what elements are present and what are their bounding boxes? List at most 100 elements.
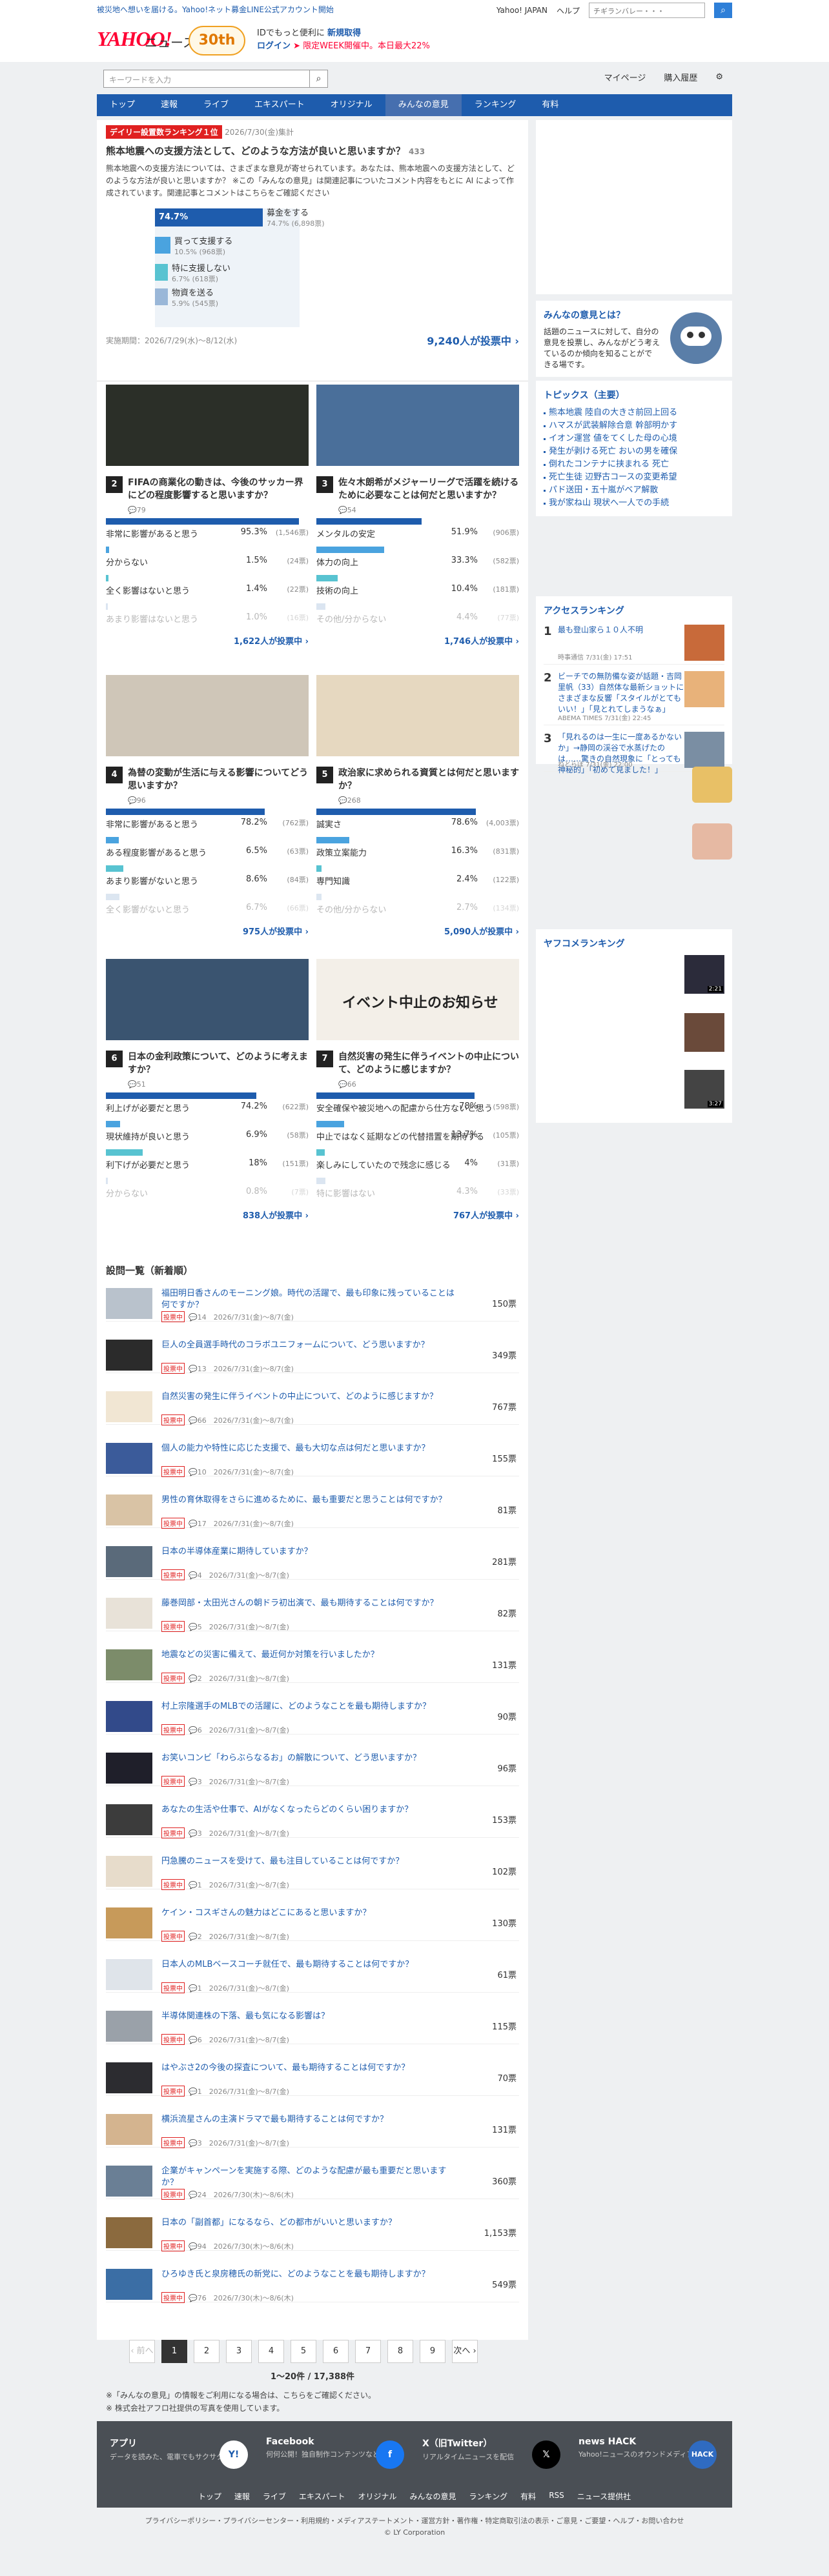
footer-nav-link[interactable]: トップ (198, 2491, 221, 2502)
feature-question[interactable]: 熊本地震への支援方法として、どのような方法が良いと思いますか？ 433 (106, 144, 519, 159)
poll-image[interactable] (106, 675, 309, 756)
gear-icon[interactable]: ⚙ (715, 72, 723, 82)
poll-image[interactable] (316, 675, 519, 756)
footer-nav-link[interactable]: ライブ (263, 2491, 286, 2502)
page-5[interactable]: 5 (291, 2340, 316, 2363)
footer-nav-link[interactable]: エキスパート (299, 2491, 345, 2502)
list-item[interactable]: 半導体関連株の下落、最も気になる影響は？ 投票中 💬6 2026/7/31(金)〜8… (106, 2008, 519, 2045)
footer-nav-link[interactable]: ランキング (469, 2491, 508, 2502)
list-item[interactable]: 個人の能力や特性に応じた支援で、最も大切な点は何だと思いますか？ 投票中 💬10 2… (106, 1440, 519, 1477)
list-title[interactable]: 横浜流星さんの主演ドラマで最も期待することは何ですか？ (161, 2114, 458, 2126)
news-search-input[interactable]: キーワードを入力 (103, 70, 310, 88)
login-link[interactable]: ログイン (257, 41, 291, 51)
poll-question[interactable]: 7 自然災害の発生に伴うイベントの中止について、どのように感じますか？ (316, 1051, 519, 1076)
page-6[interactable]: 6 (323, 2340, 349, 2363)
list-item[interactable]: 円急騰のニュースを受けて、最も注目していることは何ですか？ 投票中 💬1 2026/… (106, 1853, 519, 1890)
nav-original[interactable]: オリジナル (318, 94, 385, 116)
vote-total-link[interactable]: 5,090人が投票中 › (316, 925, 519, 937)
list-item[interactable]: あなたの生活や仕事で、AIがなくなったらどのくらい困りますか？ 投票中 💬3 202… (106, 1802, 519, 1838)
list-item[interactable]: 横浜流星さんの主演ドラマで最も期待することは何ですか？ 投票中 💬3 2026/7/… (106, 2111, 519, 2148)
nav-top[interactable]: トップ (97, 94, 148, 116)
list-title[interactable]: はやぶさ2の今後の探査について、最も期待することは何ですか？ (161, 2062, 458, 2074)
vote-total-link[interactable]: 838人が投票中 › (106, 1209, 309, 1221)
list-item[interactable]: 日本の半導体産業に期待していますか？ 投票中 💬4 2026/7/31(金)〜8/7… (106, 1544, 519, 1580)
x-icon[interactable]: 𝕏 (532, 2440, 560, 2469)
list-title[interactable]: 地震などの災害に備えて、最近何か対策を行いましたか？ (161, 1649, 458, 1661)
vote-total-link[interactable]: 975人が投票中 › (106, 925, 309, 937)
list-item[interactable]: 地震などの災害に備えて、最近何か対策を行いましたか？ 投票中 💬2 2026/7/3… (106, 1647, 519, 1684)
page-3[interactable]: 3 (226, 2340, 252, 2363)
list-title[interactable]: 日本の「副首都」になるなら、どの都市がいいと思いますか？ (161, 2217, 458, 2229)
list-item[interactable]: 企業がキャンペーンを実施する際、どのような配慮が最も重要だと思いますか？ 投票中 💬… (106, 2163, 519, 2200)
poll-image[interactable] (106, 959, 309, 1040)
footer-nav-link[interactable]: ニュース提供社 (577, 2491, 631, 2502)
vote-total-link[interactable]: 1,746人が投票中 › (316, 634, 519, 647)
footer-nav-link[interactable]: オリジナル (358, 2491, 397, 2502)
nav-paid[interactable]: 有料 (529, 94, 571, 116)
history-link[interactable]: 購入履歴 (664, 71, 697, 83)
next-page[interactable]: 次へ › (452, 2340, 478, 2363)
app-icon[interactable]: Y! (220, 2440, 248, 2469)
search-icon[interactable]: ⌕ (310, 70, 328, 88)
poll-question[interactable]: 5 政治家に求められる資質とは何だと思いますか？ (316, 767, 519, 792)
vote-total-link[interactable]: 1,622人が投票中 › (106, 634, 309, 647)
anniversary-badge[interactable]: 30th (189, 26, 245, 55)
poll-question[interactable]: 4 為替の変動が生活に与える影響についてどう思いますか？ (106, 767, 309, 792)
page-4[interactable]: 4 (258, 2340, 284, 2363)
page-1[interactable]: 1 (161, 2340, 187, 2363)
newshack-icon[interactable]: HACK (688, 2440, 717, 2469)
footer-nav-link[interactable]: みんなの意見 (410, 2491, 456, 2502)
topic-link[interactable]: イオン運営 値をてくした母の心境 (544, 432, 724, 445)
notice-link[interactable]: 被災地へ想いを届ける。Yahoo!ネット募金LINE公式アカウント開始 (97, 4, 334, 15)
mypage-link[interactable]: マイページ (604, 71, 646, 83)
facebook-icon[interactable]: f (376, 2440, 404, 2469)
poll-question[interactable]: 6 日本の金利政策について、どのように考えますか？ (106, 1051, 309, 1076)
access-item[interactable]: 1 最も登山家ら１０人不明 時事通信 7/31(金) 17:51 (544, 622, 724, 665)
list-item[interactable]: 藤巻岡部・太田光さんの朝ドラ初出演で、最も期待することは何ですか？ 投票中 💬5 2… (106, 1595, 519, 1632)
topic-link[interactable]: パド送田・五十嵐がベア解散 (544, 484, 724, 497)
list-item[interactable]: 福田明日香さんのモーニング娘。時代の活躍で、最も印象に残っていることは何ですか？… (106, 1285, 519, 1322)
search-icon[interactable]: ⌕ (714, 3, 732, 18)
signup-link[interactable]: 新規取得 (327, 28, 361, 38)
list-title[interactable]: 巨人の全員選手時代のコラボユニフォームについて、どう思いますか？ (161, 1340, 458, 1351)
legal-links[interactable]: プライバシーポリシー・プライバシーセンター・利用規約・メディアステートメント・運… (97, 2515, 732, 2527)
video-thumb[interactable]: 2:21 (684, 955, 724, 994)
list-title[interactable]: 自然災害の発生に伴うイベントの中止について、どのように感じますか？ (161, 1391, 458, 1403)
nav-expert[interactable]: エキスパート (241, 94, 318, 116)
comment-thumb[interactable] (684, 1013, 724, 1052)
list-title[interactable]: 日本の半導体産業に期待していますか？ (161, 1546, 458, 1558)
video-thumb[interactable]: 3:27 (684, 1070, 724, 1109)
list-title[interactable]: 円急騰のニュースを受けて、最も注目していることは何ですか？ (161, 1856, 458, 1867)
list-title[interactable]: あなたの生活や仕事で、AIがなくなったらどのくらい困りますか？ (161, 1804, 458, 1816)
nav-live[interactable]: ライブ (190, 94, 241, 116)
ranking-thumb[interactable] (692, 767, 732, 803)
vote-total-link[interactable]: 9,240人が投票中 › (427, 332, 519, 348)
list-item[interactable]: 男性の育休取得をさらに進めるために、最も重要だと思うことは何ですか？ 投票中 💬17… (106, 1492, 519, 1529)
poll-image[interactable] (106, 385, 309, 466)
list-title[interactable]: お笑いコンビ「わらぶらなるお」の解散について、どう思いますか？ (161, 1753, 458, 1764)
list-title[interactable]: 個人の能力や特性に応じた支援で、最も大切な点は何だと思いますか？ (161, 1443, 458, 1454)
topic-link[interactable]: ハマスが武装解除合意 幹部明かす (544, 419, 724, 432)
topic-link[interactable]: 死亡生徒 辺野古コースの変更希望 (544, 471, 724, 484)
page-2[interactable]: 2 (194, 2340, 220, 2363)
topic-link[interactable]: 倒れたコンテナに挟まれる 死亡 (544, 458, 724, 471)
promo-campaign[interactable]: ➤ 限定WEEK開催中。本日最大22% (293, 41, 430, 51)
footer-nav-link[interactable]: RSS (549, 2491, 564, 2502)
list-title[interactable]: ケイン・コスギさんの魅力はどこにあると思いますか？ (161, 1907, 458, 1919)
list-item[interactable]: お笑いコンビ「わらぶらなるお」の解散について、どう思いますか？ 投票中 💬3 202… (106, 1750, 519, 1787)
list-item[interactable]: 日本の「副首都」になるなら、どの都市がいいと思いますか？ 投票中 💬94 2026/… (106, 2215, 519, 2251)
topic-link[interactable]: 熊本地震 陸自の大きさ前回上回る (544, 407, 724, 419)
ranking-thumb[interactable] (692, 823, 732, 860)
web-search-input[interactable]: チギランバレー・・・ (589, 3, 705, 18)
list-item[interactable]: 日本人のMLBベースコーチ就任で、最も期待することは何ですか？ 投票中 💬1 202… (106, 1957, 519, 1993)
topic-link[interactable]: 発生が剥ける死亡 おいの男を確保 (544, 445, 724, 458)
topic-link[interactable]: 我が家ね山 現状へ一人での手続 (544, 497, 724, 510)
nav-ranking[interactable]: ランキング (462, 94, 529, 116)
poll-image[interactable] (316, 385, 519, 466)
poll-question[interactable]: 3 佐々木朗希がメジャーリーグで活躍を続けるために必要なことは何だと思いますか？ (316, 476, 519, 502)
page-7[interactable]: 7 (355, 2340, 381, 2363)
page-8[interactable]: 8 (387, 2340, 413, 2363)
list-title[interactable]: 福田明日香さんのモーニング娘。時代の活躍で、最も印象に残っていることは何ですか？ (161, 1288, 458, 1311)
access-title[interactable]: 最も登山家ら１０人不明 (558, 625, 687, 636)
poll-image[interactable]: イベント中止のお知らせ (316, 959, 519, 1040)
